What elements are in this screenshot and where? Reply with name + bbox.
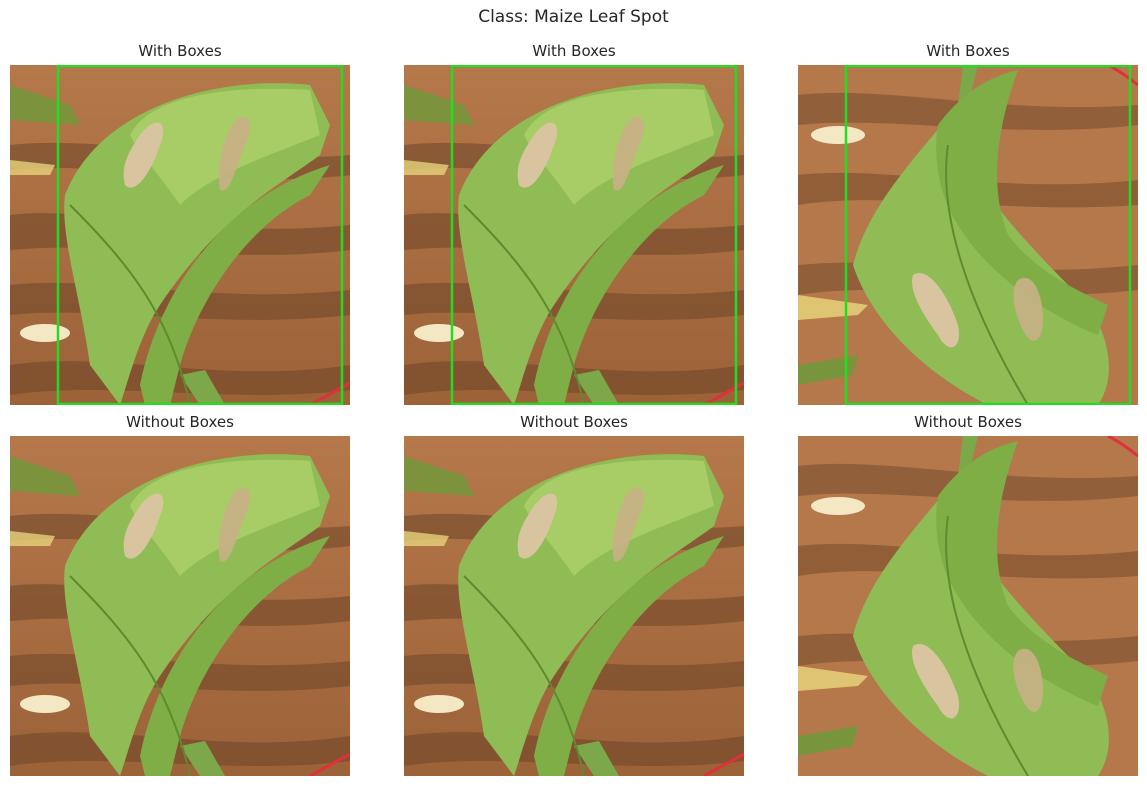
maize-leaf-image	[404, 436, 744, 776]
maize-leaf-image	[404, 65, 744, 405]
panel-title-5: Without Boxes	[520, 413, 628, 431]
image-panel-2	[404, 65, 744, 405]
maize-leaf-image	[10, 436, 350, 776]
maize-leaf-image	[798, 436, 1138, 776]
maize-leaf-image	[10, 65, 350, 405]
image-panel-6	[798, 436, 1138, 776]
panel-title-3: With Boxes	[926, 42, 1010, 60]
panel-title-4: Without Boxes	[126, 413, 234, 431]
image-panel-3	[798, 65, 1138, 405]
figure-title: Class: Maize Leaf Spot	[478, 7, 669, 27]
maize-leaf-image	[798, 65, 1138, 405]
panel-title-1: With Boxes	[138, 42, 222, 60]
image-panel-1	[10, 65, 350, 405]
panel-title-6: Without Boxes	[914, 413, 1022, 431]
image-panel-5	[404, 436, 744, 776]
image-panel-4	[10, 436, 350, 776]
panel-title-2: With Boxes	[532, 42, 616, 60]
